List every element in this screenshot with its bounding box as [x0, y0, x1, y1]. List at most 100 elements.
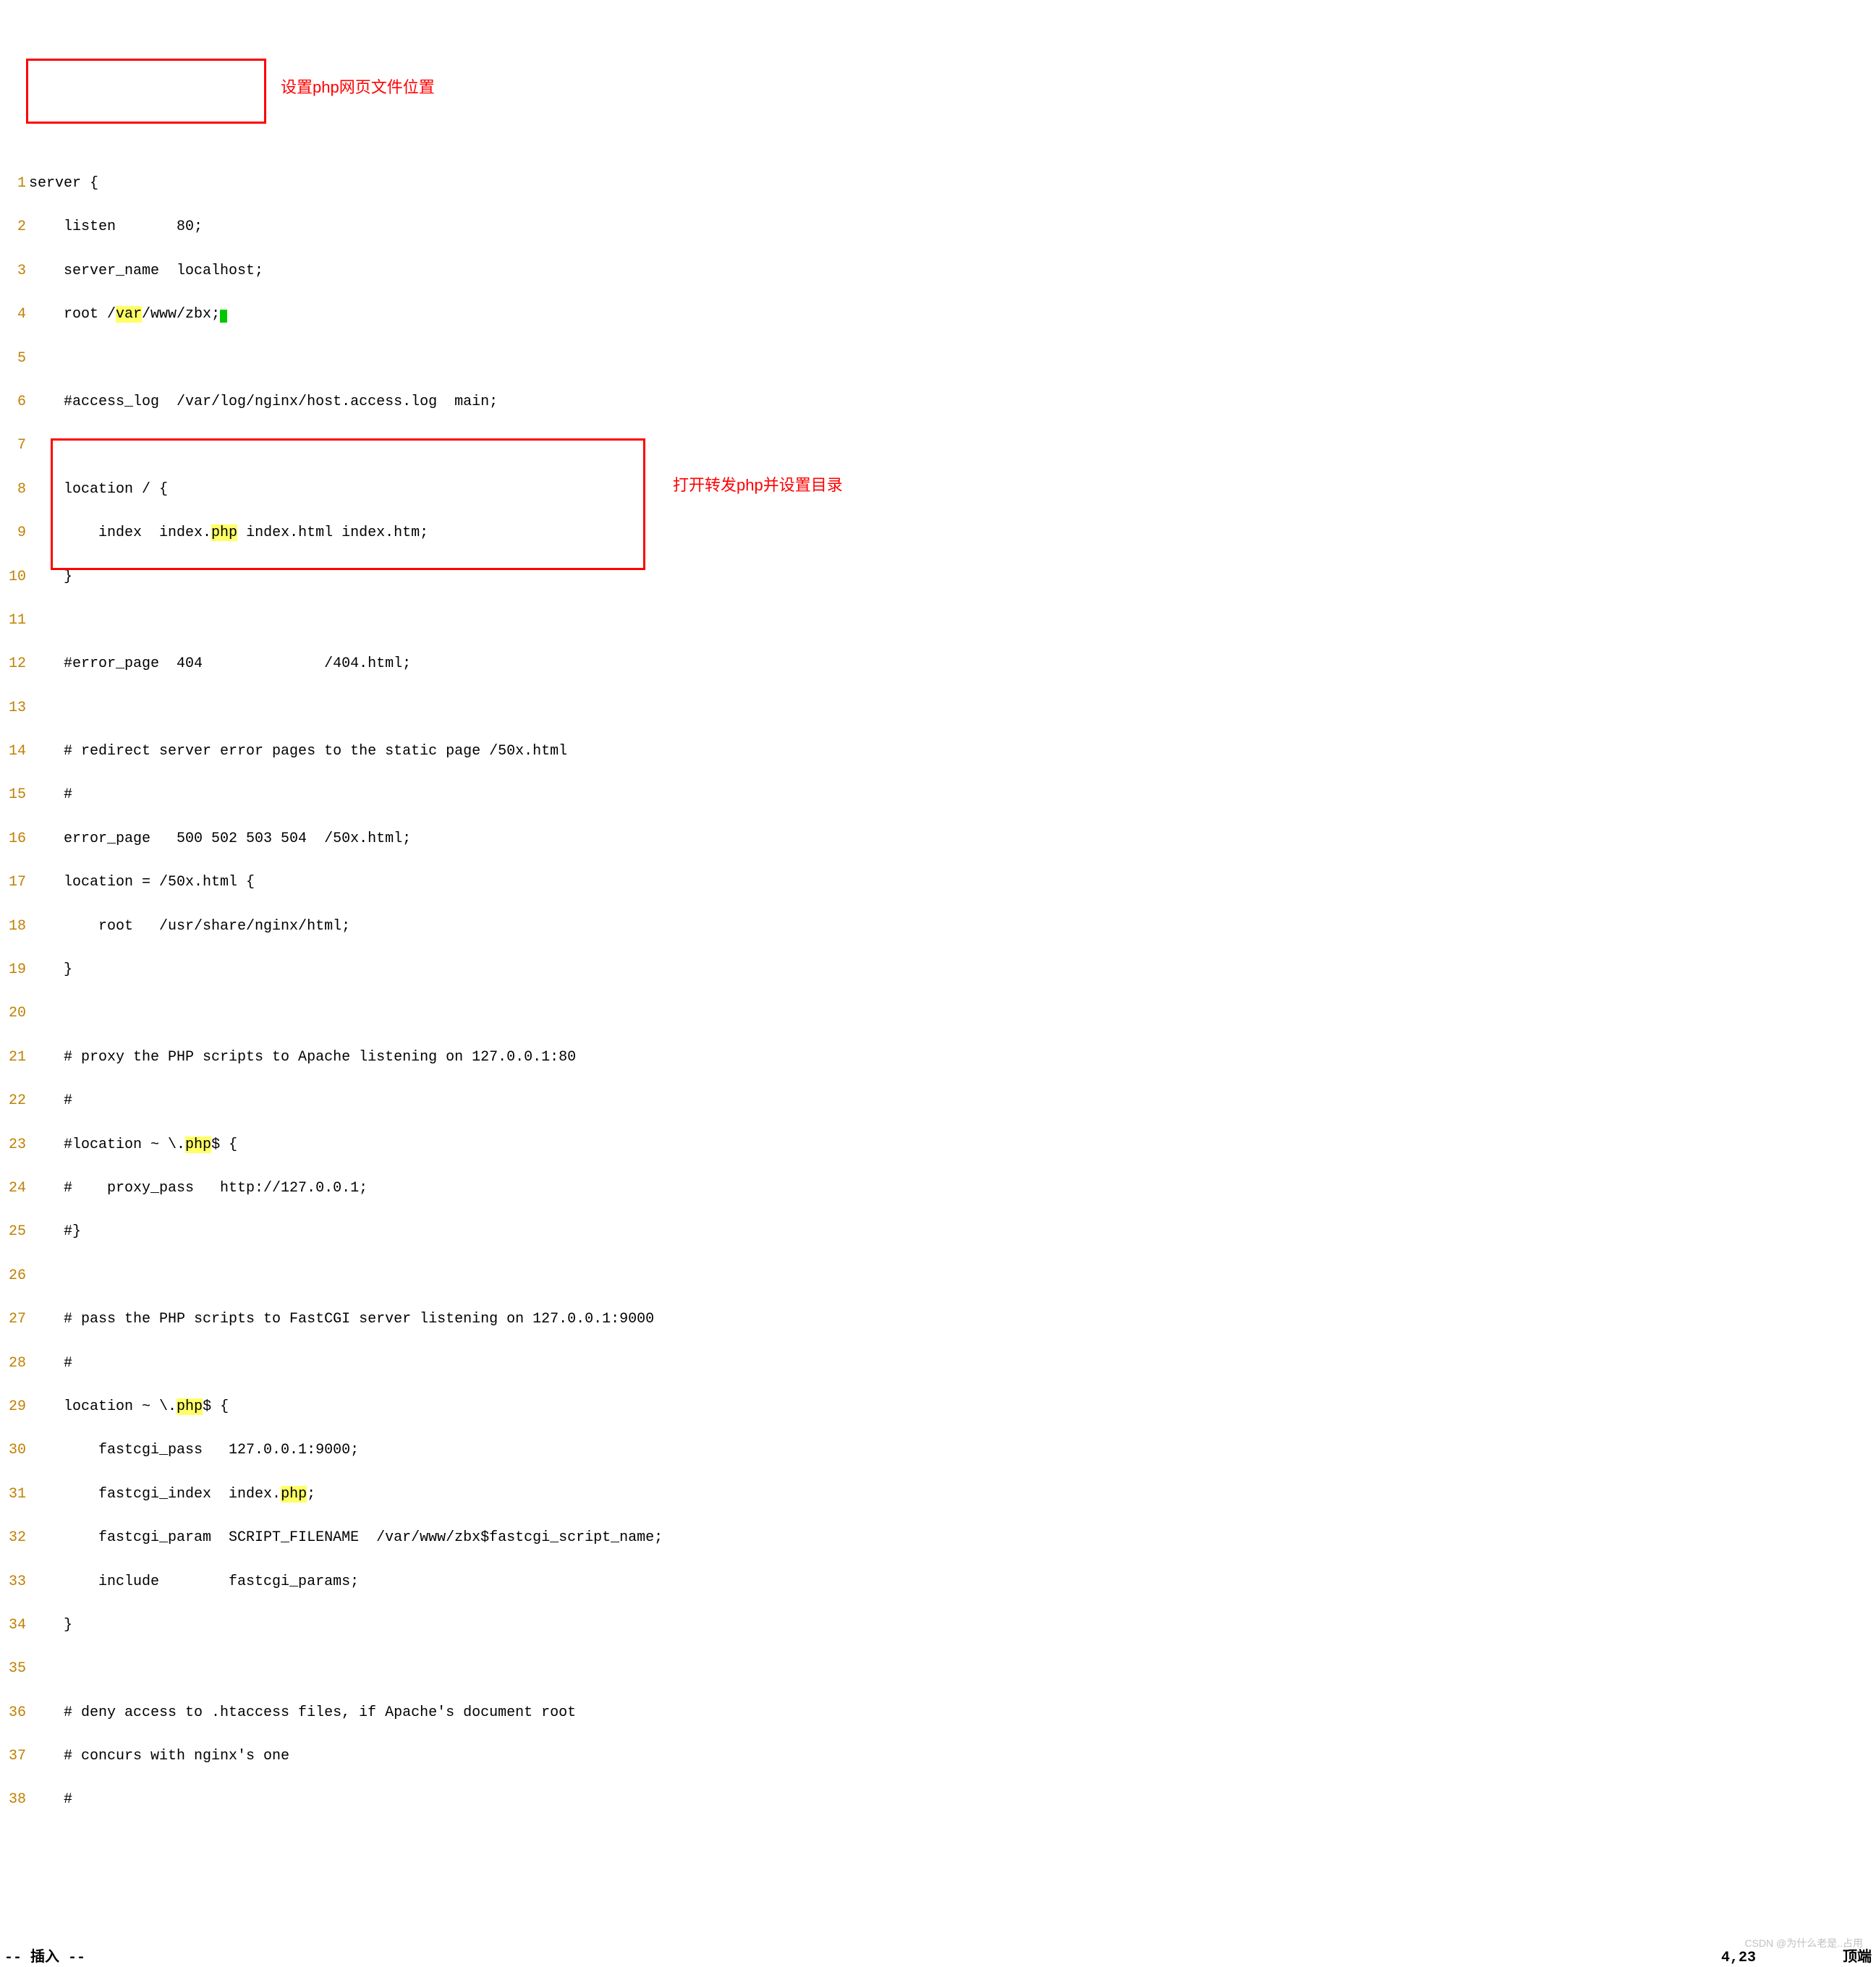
- code-text[interactable]: fastcgi_index index.php;: [29, 1487, 315, 1502]
- code-line: 32 fastcgi_param SCRIPT_FILENAME /var/ww…: [0, 1531, 1876, 1545]
- code-line: 10 }: [0, 570, 1876, 585]
- line-number: 32: [0, 1531, 29, 1545]
- code-text[interactable]: listen 80;: [29, 220, 203, 234]
- code-line: 12 #error_page 404 /404.html;: [0, 657, 1876, 671]
- line-number: 37: [0, 1749, 29, 1764]
- highlight-php: php: [211, 524, 237, 541]
- code-text[interactable]: #: [29, 1356, 72, 1371]
- code-text[interactable]: location = /50x.html {: [29, 875, 255, 890]
- line-number: 30: [0, 1443, 29, 1458]
- line-number: 38: [0, 1793, 29, 1807]
- line-number: 29: [0, 1400, 29, 1414]
- code-text[interactable]: # pass the PHP scripts to FastCGI server…: [29, 1312, 654, 1327]
- line-number: 7: [0, 438, 29, 453]
- line-number: 10: [0, 570, 29, 585]
- code-text[interactable]: #}: [29, 1225, 81, 1239]
- code-text[interactable]: server_name localhost;: [29, 264, 263, 279]
- code-line: 19 }: [0, 963, 1876, 977]
- code-text[interactable]: #access_log /var/log/nginx/host.access.l…: [29, 395, 498, 409]
- code-line: 9 index index.php index.html index.htm;: [0, 526, 1876, 540]
- line-number: 33: [0, 1575, 29, 1589]
- code-line: 1server {: [0, 177, 1876, 191]
- code-text[interactable]: # deny access to .htaccess files, if Apa…: [29, 1706, 576, 1720]
- code-line: 6 #access_log /var/log/nginx/host.access…: [0, 395, 1876, 409]
- code-line: 24 # proxy_pass http://127.0.0.1;: [0, 1181, 1876, 1196]
- line-number: 9: [0, 526, 29, 540]
- line-number: 36: [0, 1706, 29, 1720]
- code-text[interactable]: # redirect server error pages to the sta…: [29, 744, 567, 759]
- code-line: 22 #: [0, 1094, 1876, 1108]
- line-number: 8: [0, 483, 29, 497]
- highlight-php: php: [281, 1486, 307, 1503]
- code-text[interactable]: # proxy the PHP scripts to Apache listen…: [29, 1050, 576, 1065]
- code-text[interactable]: index index.php index.html index.htm;: [29, 526, 428, 540]
- code-line: 37 # concurs with nginx's one: [0, 1749, 1876, 1764]
- line-number: 13: [0, 701, 29, 715]
- code-line: 30 fastcgi_pass 127.0.0.1:9000;: [0, 1443, 1876, 1458]
- code-text[interactable]: #: [29, 788, 72, 802]
- code-text[interactable]: }: [29, 963, 72, 977]
- line-number: 17: [0, 875, 29, 890]
- code-line: 11: [0, 613, 1876, 628]
- vim-scroll-label: 顶端: [1843, 1951, 1872, 1966]
- line-number: 26: [0, 1269, 29, 1283]
- code-text[interactable]: }: [29, 1618, 72, 1633]
- vim-mode: -- 插入 --: [4, 1951, 85, 1966]
- line-number: 22: [0, 1094, 29, 1108]
- highlight-php: php: [185, 1137, 211, 1153]
- line-number: 11: [0, 613, 29, 628]
- line-number: 23: [0, 1138, 29, 1152]
- code-line: 3 server_name localhost;: [0, 264, 1876, 279]
- cursor: [220, 310, 227, 323]
- line-number: 34: [0, 1618, 29, 1633]
- code-text[interactable]: # concurs with nginx's one: [29, 1749, 289, 1764]
- code-line: 17 location = /50x.html {: [0, 875, 1876, 890]
- line-number: 25: [0, 1225, 29, 1239]
- vim-editor[interactable]: 设置php网页文件位置 打开转发php并设置目录 1server { 2 lis…: [0, 58, 1876, 1837]
- line-number: 18: [0, 919, 29, 934]
- code-line: 34 }: [0, 1618, 1876, 1633]
- line-number: 2: [0, 220, 29, 234]
- code-line: 18 root /usr/share/nginx/html;: [0, 919, 1876, 934]
- annotation-box-server-root: [26, 59, 266, 124]
- code-text[interactable]: server {: [29, 177, 98, 191]
- line-number: 16: [0, 832, 29, 846]
- highlight-var: var: [116, 306, 142, 323]
- code-text[interactable]: fastcgi_pass 127.0.0.1:9000;: [29, 1443, 359, 1458]
- code-text[interactable]: location / {: [29, 483, 168, 497]
- code-text[interactable]: fastcgi_param SCRIPT_FILENAME /var/www/z…: [29, 1531, 663, 1545]
- code-text[interactable]: # proxy_pass http://127.0.0.1;: [29, 1181, 368, 1196]
- code-text[interactable]: error_page 500 502 503 504 /50x.html;: [29, 832, 411, 846]
- code-line: 38 #: [0, 1793, 1876, 1807]
- code-line: 14 # redirect server error pages to the …: [0, 744, 1876, 759]
- code-text[interactable]: #: [29, 1094, 72, 1108]
- code-line: 2 listen 80;: [0, 220, 1876, 234]
- code-text[interactable]: include fastcgi_params;: [29, 1575, 359, 1589]
- code-text[interactable]: #error_page 404 /404.html;: [29, 657, 411, 671]
- line-number: 20: [0, 1006, 29, 1021]
- code-line: 36 # deny access to .htaccess files, if …: [0, 1706, 1876, 1720]
- line-number: 35: [0, 1662, 29, 1676]
- code-line: 4 root /var/www/zbx;: [0, 307, 1876, 322]
- highlight-php: php: [177, 1398, 203, 1415]
- code-text[interactable]: location ~ \.php$ {: [29, 1400, 229, 1414]
- code-line: 5: [0, 352, 1876, 366]
- code-text[interactable]: root /usr/share/nginx/html;: [29, 919, 350, 934]
- code-line: 31 fastcgi_index index.php;: [0, 1487, 1876, 1502]
- line-number: 6: [0, 395, 29, 409]
- line-number: 4: [0, 307, 29, 322]
- code-text[interactable]: root /var/www/zbx;: [29, 307, 227, 323]
- code-text[interactable]: #: [29, 1793, 72, 1807]
- line-number: 24: [0, 1181, 29, 1196]
- line-number: 19: [0, 963, 29, 977]
- annotation-text-2: 打开转发php并设置目录: [673, 477, 843, 493]
- code-line: 28 #: [0, 1356, 1876, 1371]
- annotation-box-fastcgi: [51, 438, 645, 570]
- code-line: 8 location / {: [0, 483, 1876, 497]
- code-line: 33 include fastcgi_params;: [0, 1575, 1876, 1589]
- line-number: 3: [0, 264, 29, 279]
- code-text[interactable]: }: [29, 570, 72, 585]
- line-number: 28: [0, 1356, 29, 1371]
- line-number: 1: [0, 177, 29, 191]
- code-text[interactable]: #location ~ \.php$ {: [29, 1138, 237, 1152]
